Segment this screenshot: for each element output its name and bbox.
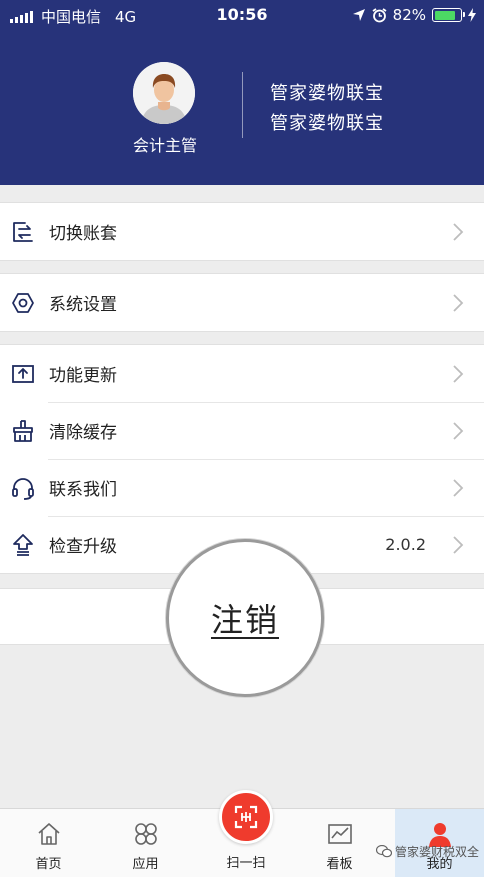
- status-bar: 中国电信 4G 10:56 82%: [0, 0, 484, 30]
- menu-item-switch-account[interactable]: 切换账套: [0, 203, 484, 260]
- menu-item-system-settings[interactable]: 系统设置: [0, 274, 484, 331]
- tab-home[interactable]: 首页: [0, 809, 97, 877]
- battery-icon: [432, 8, 465, 22]
- apps-grid-icon: [135, 823, 157, 845]
- user-avatar-icon: [133, 62, 195, 124]
- settings-hex-icon: [12, 293, 34, 313]
- chevron-right-icon: [453, 421, 464, 440]
- company-name-1: 管家婆物联宝: [270, 83, 384, 104]
- avatar[interactable]: [133, 62, 195, 124]
- tab-board[interactable]: 看板: [291, 809, 388, 877]
- battery-fill: [434, 10, 455, 20]
- system-settings-label: 系统设置: [49, 295, 117, 315]
- chevron-right-icon: [453, 222, 464, 241]
- charging-icon: [468, 8, 476, 22]
- version-number: 2.0.2: [385, 535, 426, 554]
- switch-account-icon: [13, 222, 33, 242]
- watermark-text: 管家婆财税双全: [395, 845, 480, 859]
- battery-percent: 82%: [392, 6, 426, 24]
- location-arrow-icon: [352, 9, 365, 21]
- upload-box-icon: [12, 365, 34, 383]
- chevron-right-icon: [453, 364, 464, 383]
- chevron-right-icon: [453, 535, 464, 554]
- switch-account-label: 切换账套: [49, 224, 117, 244]
- chevron-right-icon: [453, 478, 464, 497]
- scan-icon: [234, 805, 258, 829]
- watermark: 管家婆财税双全: [376, 843, 479, 860]
- broom-icon: [13, 420, 33, 442]
- wechat-icon: [376, 845, 392, 858]
- alarm-icon: [372, 7, 387, 22]
- company-name-2: 管家婆物联宝: [270, 113, 384, 134]
- feature-update-label: 功能更新: [49, 366, 117, 386]
- profile-header: 中国电信 4G 10:56 82% 会计主管 管家婆物联宝 管家婆物联宝: [0, 0, 484, 185]
- menu-item-contact-us[interactable]: 联系我们: [0, 459, 484, 516]
- tab-board-label: 看板: [326, 857, 353, 872]
- user-role: 会计主管: [132, 136, 197, 155]
- header-divider: [242, 72, 243, 138]
- menu-group-settings: 系统设置: [0, 273, 484, 332]
- tab-apps-label: 应用: [132, 857, 159, 872]
- headset-icon: [12, 478, 34, 500]
- menu-group-account: 切换账套: [0, 202, 484, 261]
- tab-apps[interactable]: 应用: [97, 809, 194, 877]
- clear-cache-label: 清除缓存: [49, 423, 117, 443]
- logout-label: 注销: [210, 601, 279, 639]
- upgrade-arrow-icon: [13, 534, 33, 556]
- chevron-right-icon: [453, 293, 464, 312]
- logout-button[interactable]: 注销: [166, 539, 324, 697]
- home-icon: [38, 823, 60, 845]
- chart-board-icon: [328, 824, 352, 844]
- menu-item-clear-cache[interactable]: 清除缓存: [0, 402, 484, 459]
- check-upgrade-label: 检查升级: [49, 537, 117, 557]
- tab-home-label: 首页: [35, 857, 62, 872]
- scan-label: 扫一扫: [226, 856, 266, 871]
- menu-item-feature-update[interactable]: 功能更新: [0, 345, 484, 402]
- scan-button[interactable]: [219, 790, 273, 844]
- contact-us-label: 联系我们: [49, 480, 117, 500]
